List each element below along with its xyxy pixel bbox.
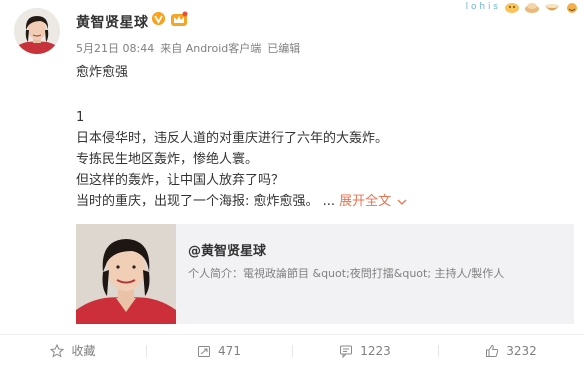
repost-button[interactable]: 471 [146, 335, 292, 366]
top-decoration: l o h i s [466, 0, 580, 14]
expand-full-text-link[interactable]: 展开全文 [339, 194, 391, 209]
star-icon [50, 343, 65, 358]
profile-card[interactable]: @黄智贤星球 个人简介：電視政論節目 &quot;夜問打擂&quot; 主持人/… [76, 224, 574, 324]
emoji-face-icon [505, 3, 519, 13]
post-number: 1 [76, 110, 85, 125]
profile-card-name[interactable]: @黄智贤星球 [188, 240, 266, 259]
comment-count: 1223 [360, 343, 391, 358]
post-source: 来自 Android客户端 [160, 42, 262, 55]
comment-button[interactable]: 1223 [292, 335, 438, 366]
emoji-bowl-icon [545, 4, 559, 11]
like-count: 3232 [506, 343, 537, 358]
post-content: 愈炸愈强 1 日本侵华时，违反人道的对重庆进行了六年的大轰炸。 专拣民生地区轰炸… [76, 62, 556, 212]
post-line: 日本侵华时，违反人道的对重庆进行了六年的大轰炸。 [76, 131, 389, 146]
avatar[interactable] [14, 8, 60, 54]
profile-card-photo[interactable] [76, 224, 176, 324]
favorite-label: 收藏 [71, 344, 96, 358]
comment-icon [340, 345, 353, 358]
favorite-button[interactable]: 收藏 [0, 335, 146, 366]
weibo-post: l o h i s 黄智贤星球 5月21日 08:44 来自 Android客户… [0, 0, 584, 366]
post-title: 愈炸愈强 [76, 65, 129, 80]
like-button[interactable]: 3232 [438, 335, 584, 366]
decoration-text: l o h i s [465, 2, 498, 12]
profile-card-description: 个人简介：電視政論節目 &quot;夜問打擂&quot; 主持人/製作人 [188, 267, 505, 280]
post-line: 专拣民生地区轰炸，惨绝人寰。 [76, 152, 259, 167]
profile-photo-image [76, 224, 176, 324]
verified-icon [152, 12, 165, 25]
thumbs-up-icon [486, 344, 499, 357]
repost-count: 471 [218, 343, 241, 358]
emoji-cake-icon [525, 3, 539, 13]
username[interactable]: 黄智贤星球 [76, 12, 149, 32]
avatar-image [14, 8, 60, 54]
edited-tag[interactable]: 已编辑 [267, 42, 300, 55]
post-line: 但这样的轰炸，让中国人放弃了吗？ [76, 173, 285, 188]
post-meta: 5月21日 08:44 来自 Android客户端 已编辑 [76, 40, 306, 56]
post-line: 当时的重庆，出现了一个海报: 愈炸愈强。 [76, 194, 319, 209]
ellipsis: ... [322, 194, 336, 209]
post-last-line: 当时的重庆，出现了一个海报: 愈炸愈强。 ... 展开全文 [76, 191, 556, 212]
post-date[interactable]: 5月21日 08:44 [76, 42, 154, 55]
action-bar: 收藏 471 1223 3232 [0, 335, 584, 366]
repost-icon [198, 345, 211, 357]
chevron-down-icon[interactable] [397, 199, 407, 205]
emoji-face-alt-icon [567, 3, 577, 13]
vip-crown-icon[interactable] [170, 11, 188, 27]
